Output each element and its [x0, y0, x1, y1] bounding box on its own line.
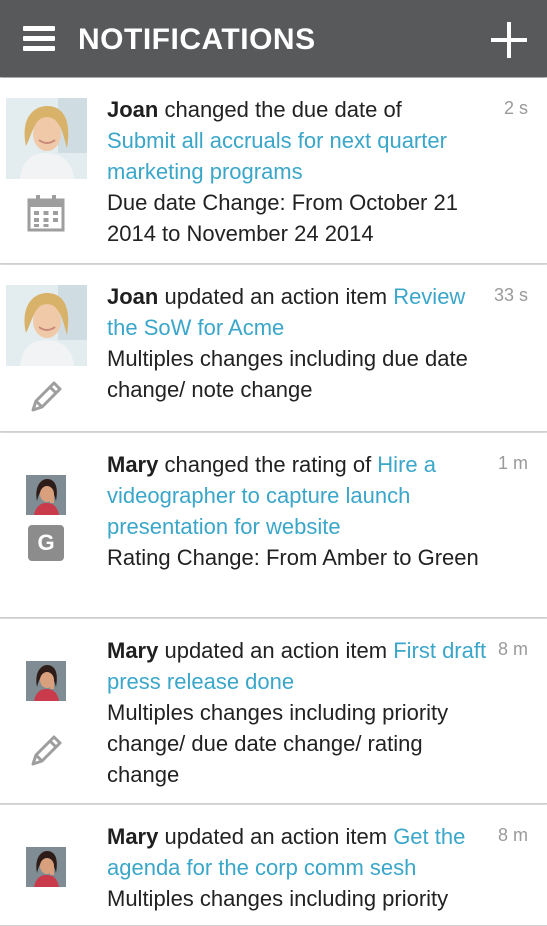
change-details: Multiples changes including priority cha…	[107, 700, 449, 787]
change-details: Rating Change: From Amber to Green	[107, 545, 479, 570]
timestamp: 8 m	[497, 825, 528, 845]
timestamp: 8 m	[497, 639, 528, 659]
avatar	[26, 475, 66, 515]
notification-text: Mary updated an action item First draft …	[107, 635, 497, 790]
hamburger-menu-icon[interactable]	[23, 26, 55, 52]
pencil-icon	[26, 731, 66, 771]
notification-text: Joan changed the due date of Submit all …	[107, 94, 497, 249]
notification-text: Mary updated an action item Get the agen…	[107, 821, 497, 914]
notification-card[interactable]: Joan updated an action item Review the S…	[0, 265, 547, 432]
rating-badge-letter: G	[28, 525, 64, 561]
avatar	[26, 847, 66, 887]
avatar	[6, 285, 87, 366]
action-text: updated an action item	[158, 284, 394, 309]
avatar	[26, 661, 66, 701]
change-details: Due date Change: From October 21 2014 to…	[107, 190, 458, 246]
actor-name: Mary	[107, 824, 159, 849]
avatar	[6, 98, 87, 179]
page-title: NOTIFICATIONS	[78, 23, 316, 56]
notification-card[interactable]: Mary updated an action item Get the agen…	[0, 805, 547, 926]
actor-name: Mary	[107, 638, 159, 663]
item-link[interactable]: Submit all accruals for next quarter mar…	[107, 128, 447, 184]
action-text: changed the due date of	[158, 97, 402, 122]
timestamp: 1 m	[497, 453, 528, 473]
action-text: changed the rating of	[158, 452, 378, 477]
change-details: Multiples changes including due date cha…	[107, 346, 468, 402]
notification-card[interactable]: G Mary changed the rating of Hire a vide…	[0, 433, 547, 618]
action-text: updated an action item	[158, 638, 394, 663]
timestamp: 33 s	[493, 285, 528, 305]
timestamp: 2 s	[503, 98, 528, 118]
notification-text: Joan updated an action item Review the S…	[107, 281, 497, 405]
app-bar: NOTIFICATIONS	[0, 0, 547, 77]
calendar-icon	[26, 194, 66, 234]
actor-name: Joan	[107, 97, 159, 122]
pencil-icon	[26, 377, 66, 417]
plus-icon[interactable]	[491, 22, 527, 58]
notification-card[interactable]: Joan changed the due date of Submit all …	[0, 78, 547, 264]
action-text: updated an action item	[158, 824, 394, 849]
rating-green-badge-icon: G	[26, 523, 66, 563]
change-details: Multiples changes including priority	[107, 886, 449, 911]
actor-name: Mary	[107, 452, 159, 477]
notification-text: Mary changed the rating of Hire a videog…	[107, 449, 497, 573]
notification-card[interactable]: Mary updated an action item First draft …	[0, 619, 547, 804]
actor-name: Joan	[107, 284, 159, 309]
